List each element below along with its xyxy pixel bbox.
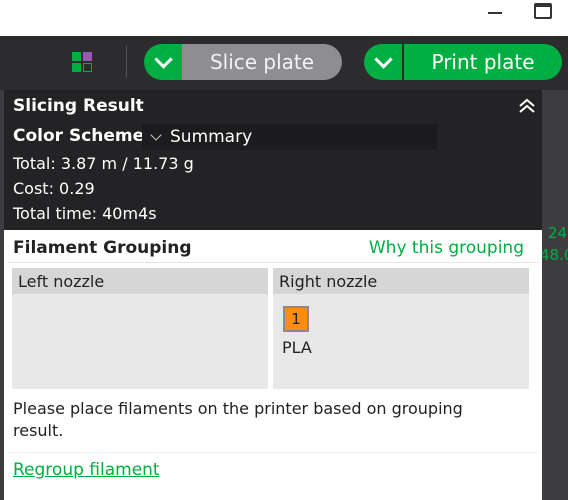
filament-grouping-title: Filament Grouping: [13, 238, 192, 258]
print-dropdown-button[interactable]: [364, 44, 402, 80]
chevron-down-icon: [150, 129, 162, 141]
plate-grid-icon[interactable]: [72, 52, 92, 72]
filament-chip[interactable]: 1: [283, 306, 309, 332]
divider: [8, 452, 538, 453]
canvas-overlay-text: 48.0: [540, 246, 568, 264]
chevron-down-icon: [373, 49, 393, 69]
minimize-icon[interactable]: [488, 12, 502, 14]
total-time-stat: Total time: 40m4s: [13, 204, 157, 223]
divider: [8, 262, 538, 263]
maximize-icon[interactable]: [534, 3, 552, 19]
why-grouping-link[interactable]: Why this grouping: [369, 238, 524, 258]
print-plate-button[interactable]: Print plate: [402, 44, 562, 80]
color-scheme-select[interactable]: Summary: [142, 124, 437, 150]
filament-type: PLA: [282, 338, 312, 357]
slicing-result-panel: Slicing Result Color Scheme Summary Tota…: [4, 90, 542, 230]
total-stat: Total: 3.87 m / 11.73 g: [13, 154, 194, 173]
filament-grouping-panel: Filament Grouping Why this grouping Left…: [4, 230, 542, 500]
slice-dropdown-button[interactable]: [144, 44, 182, 80]
chevron-down-icon: [153, 49, 173, 69]
color-scheme-value: Summary: [170, 127, 253, 147]
grouping-note: Please place filaments on the printer ba…: [13, 399, 463, 440]
window-titlebar: [0, 0, 568, 36]
regroup-filament-link[interactable]: Regroup filament: [13, 460, 160, 480]
cost-stat: Cost: 0.29: [13, 179, 95, 198]
left-nozzle-header: Left nozzle: [12, 268, 268, 294]
panel-title: Slicing Result: [13, 96, 144, 116]
canvas-overlay-text: 24: [548, 224, 568, 242]
slice-plate-button[interactable]: Slice plate: [182, 44, 342, 80]
right-nozzle-header: Right nozzle: [273, 268, 529, 294]
right-nozzle-box[interactable]: Right nozzle 1 PLA: [273, 268, 529, 389]
slice-plate-group: Slice plate: [144, 44, 342, 80]
left-nozzle-box[interactable]: Left nozzle: [12, 268, 268, 389]
collapse-icon[interactable]: [517, 96, 537, 116]
color-scheme-label: Color Scheme: [13, 126, 145, 146]
toolbar-divider: [126, 46, 127, 78]
print-plate-group: Print plate: [364, 44, 562, 80]
